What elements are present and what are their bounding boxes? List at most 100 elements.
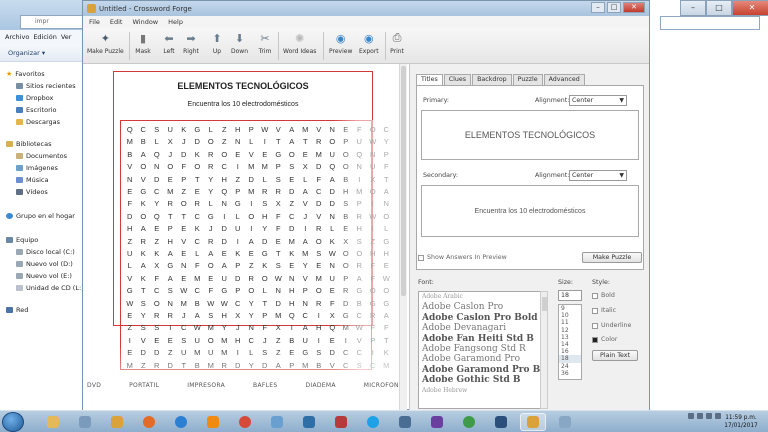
grid-cell[interactable]: C: [299, 309, 313, 322]
nav-videos[interactable]: Vídeos: [16, 188, 48, 196]
grid-cell[interactable]: I: [285, 321, 299, 334]
grid-cell[interactable]: G: [218, 284, 232, 297]
grid-cell[interactable]: J: [204, 222, 218, 235]
explorer-search-input[interactable]: [660, 16, 760, 30]
grid-cell[interactable]: G: [137, 185, 151, 198]
grid-cell[interactable]: K: [177, 123, 191, 136]
grid-cell[interactable]: U: [123, 247, 137, 260]
grid-cell[interactable]: B: [137, 135, 151, 148]
grid-cell[interactable]: S: [258, 346, 272, 359]
grid-cell[interactable]: D: [231, 359, 245, 372]
font-list-item[interactable]: Adobe Caslon Pro: [419, 302, 547, 312]
grid-cell[interactable]: Z: [245, 259, 259, 272]
grid-cell[interactable]: P: [231, 284, 245, 297]
export-button[interactable]: ◉ Export: [359, 30, 379, 56]
grid-cell[interactable]: D: [231, 272, 245, 285]
grid-cell[interactable]: W: [366, 135, 380, 148]
grid-cell[interactable]: P: [353, 197, 367, 210]
grid-cell[interactable]: D: [218, 235, 232, 248]
grid-cell[interactable]: A: [204, 247, 218, 260]
font-list-scrollbar[interactable]: [540, 291, 548, 409]
grid-cell[interactable]: O: [339, 247, 353, 260]
grid-cell[interactable]: R: [137, 235, 151, 248]
grid-cell[interactable]: I: [218, 210, 232, 223]
grid-cell[interactable]: O: [150, 297, 164, 310]
grid-cell[interactable]: B: [339, 210, 353, 223]
grid-cell[interactable]: S: [272, 259, 286, 272]
grid-cell[interactable]: A: [380, 309, 394, 322]
grid-cell[interactable]: K: [285, 247, 299, 260]
grid-cell[interactable]: K: [326, 235, 340, 248]
grid-cell[interactable]: M: [299, 359, 313, 372]
grid-cell[interactable]: K: [191, 222, 205, 235]
grid-cell[interactable]: I: [353, 173, 367, 186]
grid-cell[interactable]: L: [191, 247, 205, 260]
grid-cell[interactable]: S: [137, 297, 151, 310]
grid-cell[interactable]: D: [326, 197, 340, 210]
plain-text-button[interactable]: Plain Text: [592, 350, 638, 361]
grid-cell[interactable]: O: [339, 259, 353, 272]
grid-cell[interactable]: S: [164, 284, 178, 297]
grid-cell[interactable]: U: [191, 334, 205, 347]
grid-cell[interactable]: Q: [326, 160, 340, 173]
grid-cell[interactable]: T: [380, 173, 394, 186]
grid-cell[interactable]: C: [177, 321, 191, 334]
grid-cell[interactable]: S: [204, 309, 218, 322]
right-button[interactable]: ➡ Right: [183, 30, 199, 56]
grid-cell[interactable]: J: [164, 148, 178, 161]
grid-cell[interactable]: P: [231, 259, 245, 272]
taskbar-vlc[interactable]: [200, 413, 226, 431]
grid-cell[interactable]: M: [123, 359, 137, 372]
grid-cell[interactable]: Z: [272, 346, 286, 359]
grid-cell[interactable]: O: [191, 160, 205, 173]
grid-cell[interactable]: E: [245, 247, 259, 260]
grid-cell[interactable]: U: [353, 135, 367, 148]
font-list-item[interactable]: Adobe Garamond Pro: [419, 354, 547, 364]
grid-cell[interactable]: L: [299, 173, 313, 186]
nav-computer[interactable]: Equipo: [6, 236, 38, 244]
grid-cell[interactable]: X: [150, 259, 164, 272]
grid-cell[interactable]: I: [312, 309, 326, 322]
grid-cell[interactable]: J: [258, 334, 272, 347]
grid-cell[interactable]: W: [123, 297, 137, 310]
grid-cell[interactable]: D: [177, 148, 191, 161]
grid-cell[interactable]: E: [285, 346, 299, 359]
grid-cell[interactable]: H: [123, 222, 137, 235]
grid-cell[interactable]: Z: [231, 173, 245, 186]
grid-cell[interactable]: P: [366, 334, 380, 347]
grid-cell[interactable]: O: [326, 135, 340, 148]
grid-cell[interactable]: N: [150, 160, 164, 173]
grid-cell[interactable]: M: [299, 247, 313, 260]
grid-cell[interactable]: M: [218, 334, 232, 347]
grid-cell[interactable]: E: [191, 185, 205, 198]
font-list-item[interactable]: Adobe Devanagari: [419, 323, 547, 333]
grid-cell[interactable]: C: [285, 210, 299, 223]
grid-cell[interactable]: B: [339, 173, 353, 186]
grid-cell[interactable]: S: [150, 321, 164, 334]
taskbar-skype[interactable]: [360, 413, 386, 431]
grid-cell[interactable]: Z: [272, 334, 286, 347]
grid-cell[interactable]: E: [150, 334, 164, 347]
grid-cell[interactable]: B: [312, 359, 326, 372]
grid-cell[interactable]: N: [123, 173, 137, 186]
grid-cell[interactable]: L: [380, 222, 394, 235]
grid-cell[interactable]: R: [204, 148, 218, 161]
grid-cell[interactable]: Z: [123, 235, 137, 248]
grid-cell[interactable]: I: [366, 197, 380, 210]
grid-cell[interactable]: J: [177, 135, 191, 148]
explorer-menu-ver[interactable]: Ver: [61, 33, 72, 41]
grid-cell[interactable]: A: [164, 272, 178, 285]
grid-cell[interactable]: T: [164, 210, 178, 223]
grid-cell[interactable]: F: [204, 284, 218, 297]
grid-cell[interactable]: V: [312, 210, 326, 223]
grid-cell[interactable]: N: [326, 259, 340, 272]
grid-cell[interactable]: I: [231, 346, 245, 359]
print-button[interactable]: ⎙ Print: [389, 30, 405, 55]
grid-cell[interactable]: Q: [326, 321, 340, 334]
grid-cell[interactable]: S: [312, 247, 326, 260]
grid-cell[interactable]: O: [339, 148, 353, 161]
grid-cell[interactable]: E: [326, 284, 340, 297]
bold-checkbox[interactable]: Bold: [592, 292, 615, 299]
taskbar-app-6[interactable]: [392, 413, 418, 431]
explorer-menu-archivo[interactable]: Archivo: [5, 33, 29, 41]
